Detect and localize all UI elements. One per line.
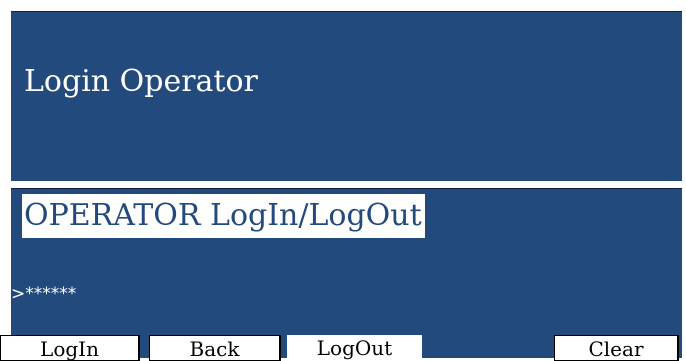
password-mask: ****** xyxy=(25,284,77,304)
login-panel: OPERATOR LogIn/LogOut >****** xyxy=(11,188,682,358)
logout-button[interactable]: LogOut xyxy=(287,335,422,361)
password-entry-field[interactable]: >****** xyxy=(11,283,76,305)
page-title: Login Operator xyxy=(24,64,258,99)
clear-button[interactable]: Clear xyxy=(554,335,679,361)
login-button[interactable]: LogIn xyxy=(0,335,140,361)
back-button[interactable]: Back xyxy=(149,335,281,361)
header-panel: Login Operator xyxy=(11,11,682,181)
section-title: OPERATOR LogIn/LogOut xyxy=(22,194,425,238)
input-prompt: > xyxy=(11,284,26,304)
